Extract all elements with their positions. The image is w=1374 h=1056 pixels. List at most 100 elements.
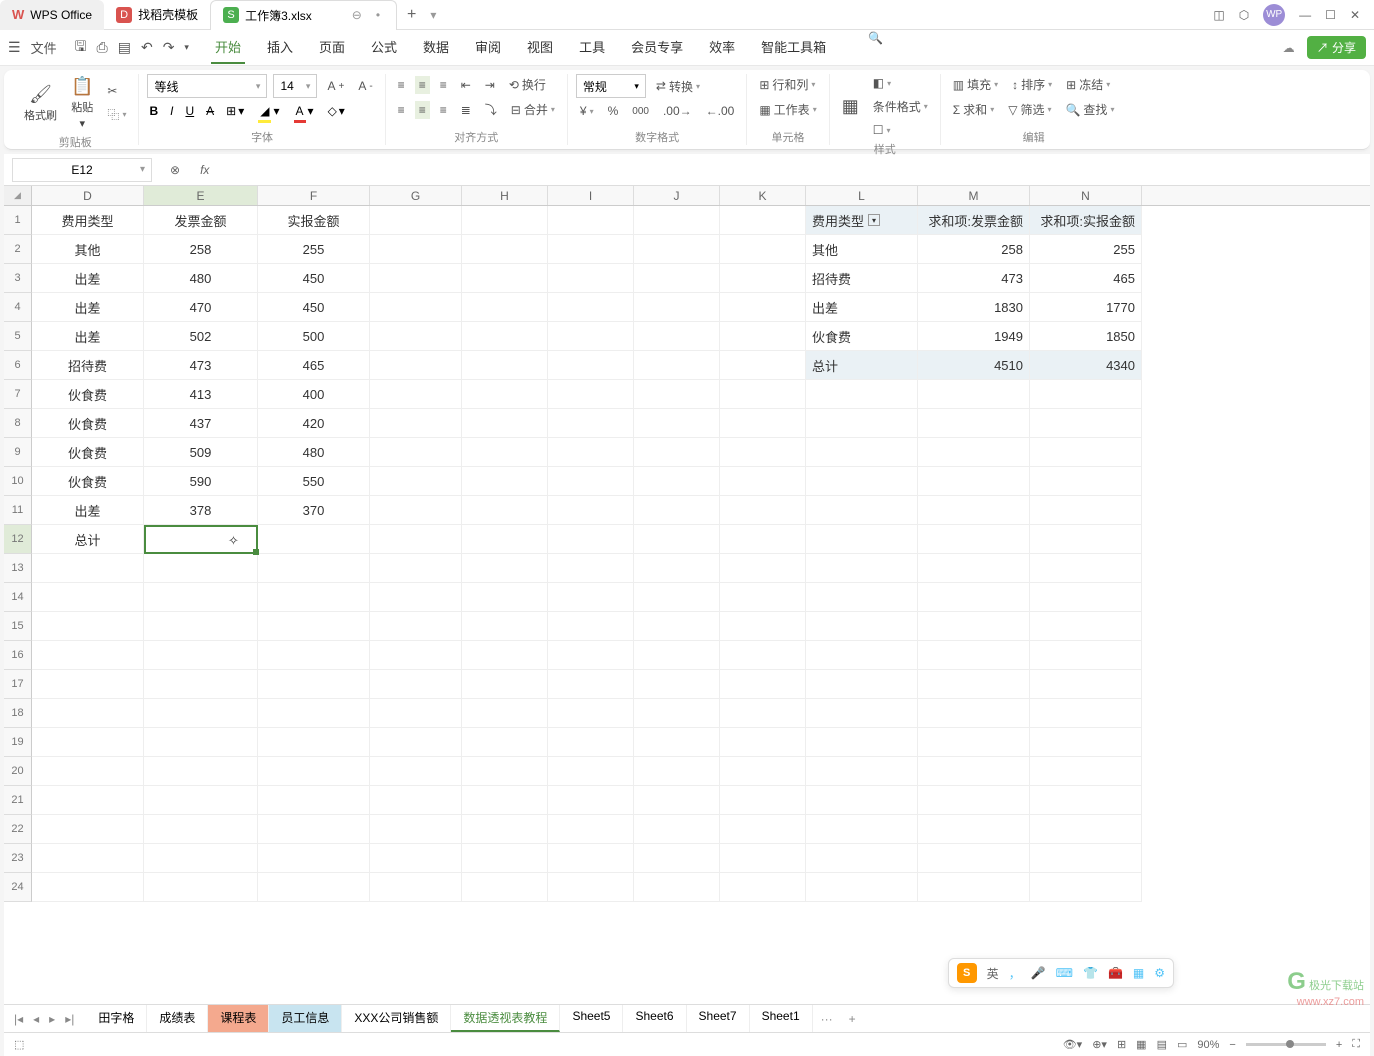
cell-G5[interactable] (370, 322, 462, 351)
cell-M14[interactable] (918, 583, 1030, 612)
wps-home-tab[interactable]: W WPS Office (0, 0, 104, 30)
find-button[interactable]: 🔍 查找▾ (1061, 99, 1118, 120)
row-header-21[interactable]: 21 (4, 786, 32, 815)
cell-L2[interactable]: 其他 (806, 235, 918, 264)
cell-G17[interactable] (370, 670, 462, 699)
cell-L19[interactable] (806, 728, 918, 757)
row-header-16[interactable]: 16 (4, 641, 32, 670)
cell-D15[interactable] (32, 612, 144, 641)
template-tab[interactable]: D 找稻壳模板 (104, 0, 210, 30)
cell-D6[interactable]: 招待费 (32, 351, 144, 380)
cell-N9[interactable] (1030, 438, 1142, 467)
cell-I14[interactable] (548, 583, 634, 612)
zoom-out-button[interactable]: − (1229, 1039, 1235, 1051)
cell-K21[interactable] (720, 786, 806, 815)
sheet-tab-9[interactable]: Sheet1 (750, 1005, 813, 1032)
cell-H6[interactable] (462, 351, 548, 380)
sort-button[interactable]: ↕ 排序▾ (1008, 74, 1056, 95)
cell-H4[interactable] (462, 293, 548, 322)
cell-H23[interactable] (462, 844, 548, 873)
cell-I21[interactable] (548, 786, 634, 815)
cell-N14[interactable] (1030, 583, 1142, 612)
cell-M5[interactable]: 1949 (918, 322, 1030, 351)
cell-I23[interactable] (548, 844, 634, 873)
cell-J14[interactable] (634, 583, 720, 612)
cell-N8[interactable] (1030, 409, 1142, 438)
cell-L21[interactable] (806, 786, 918, 815)
document-tab[interactable]: S 工作簿3.xlsx ⊖ • (210, 0, 397, 30)
maximize-button[interactable]: ☐ (1325, 8, 1336, 22)
cell-F17[interactable] (258, 670, 370, 699)
reading-view-button[interactable]: ▭ (1177, 1038, 1187, 1051)
cell-F8[interactable]: 420 (258, 409, 370, 438)
share-button[interactable]: ↗ 分享 (1307, 36, 1366, 59)
cell-F12[interactable] (258, 525, 370, 554)
cell-E10[interactable]: 590 (144, 467, 258, 496)
cell-D7[interactable]: 伙食费 (32, 380, 144, 409)
decrease-indent-button[interactable]: ⇤ (457, 76, 475, 94)
tab-smart-toolbox[interactable]: 智能工具箱 (757, 31, 830, 64)
row-header-6[interactable]: 6 (4, 351, 32, 380)
cell-N3[interactable]: 465 (1030, 264, 1142, 293)
tab-formula[interactable]: 公式 (367, 31, 401, 64)
quick-access-dropdown[interactable]: ▾ (184, 42, 189, 53)
col-header-L[interactable]: L (806, 186, 918, 205)
cell-H8[interactable] (462, 409, 548, 438)
cell-H20[interactable] (462, 757, 548, 786)
cell-H14[interactable] (462, 583, 548, 612)
cell-K23[interactable] (720, 844, 806, 873)
cell-I12[interactable] (548, 525, 634, 554)
cell-J19[interactable] (634, 728, 720, 757)
col-header-E[interactable]: E (144, 186, 258, 205)
cell-G16[interactable] (370, 641, 462, 670)
package-icon[interactable]: ⬡ (1239, 8, 1249, 22)
decrease-decimal-button[interactable]: ←.00 (702, 102, 739, 120)
cell-M16[interactable] (918, 641, 1030, 670)
col-header-H[interactable]: H (462, 186, 548, 205)
row-header-24[interactable]: 24 (4, 873, 32, 902)
cell-J5[interactable] (634, 322, 720, 351)
row-header-7[interactable]: 7 (4, 380, 32, 409)
cell-F6[interactable]: 465 (258, 351, 370, 380)
convert-button[interactable]: ⇄ 转换▾ (652, 76, 704, 97)
row-header-2[interactable]: 2 (4, 235, 32, 264)
cell-H5[interactable] (462, 322, 548, 351)
align-center-button[interactable]: ≡ (415, 101, 430, 119)
next-sheet-button[interactable]: ▸ (47, 1012, 57, 1026)
col-header-F[interactable]: F (258, 186, 370, 205)
cell-I10[interactable] (548, 467, 634, 496)
cell-D3[interactable]: 出差 (32, 264, 144, 293)
cell-L17[interactable] (806, 670, 918, 699)
ime-punct-icon[interactable]: ， (1009, 965, 1021, 982)
justify-button[interactable]: ≣ (457, 101, 475, 119)
cell-L15[interactable] (806, 612, 918, 641)
filter-button[interactable]: ▽ 筛选▾ (1004, 99, 1055, 120)
cell-E18[interactable] (144, 699, 258, 728)
minimize-button[interactable]: — (1299, 8, 1311, 22)
redo-icon[interactable]: ↷ (163, 39, 175, 56)
cell-G6[interactable] (370, 351, 462, 380)
cell-E23[interactable] (144, 844, 258, 873)
table-style-button[interactable]: ▦ (838, 94, 863, 119)
cell-M4[interactable]: 1830 (918, 293, 1030, 322)
cell-J23[interactable] (634, 844, 720, 873)
close-button[interactable]: ✕ (1350, 8, 1360, 22)
prev-sheet-button[interactable]: ◂ (31, 1012, 41, 1026)
col-header-N[interactable]: N (1030, 186, 1142, 205)
cell-J9[interactable] (634, 438, 720, 467)
print-icon[interactable]: ⎙ (97, 39, 108, 56)
cell-L18[interactable] (806, 699, 918, 728)
cell-J15[interactable] (634, 612, 720, 641)
cell-I2[interactable] (548, 235, 634, 264)
row-header-12[interactable]: 12 (4, 525, 32, 554)
cell-J7[interactable] (634, 380, 720, 409)
row-header-15[interactable]: 15 (4, 612, 32, 641)
cell-D22[interactable] (32, 815, 144, 844)
cell-style-button[interactable]: ◧▾ (869, 74, 932, 92)
cell-N21[interactable] (1030, 786, 1142, 815)
cell-N23[interactable] (1030, 844, 1142, 873)
cell-I15[interactable] (548, 612, 634, 641)
cell-I17[interactable] (548, 670, 634, 699)
cell-E5[interactable]: 502 (144, 322, 258, 351)
cell-G14[interactable] (370, 583, 462, 612)
